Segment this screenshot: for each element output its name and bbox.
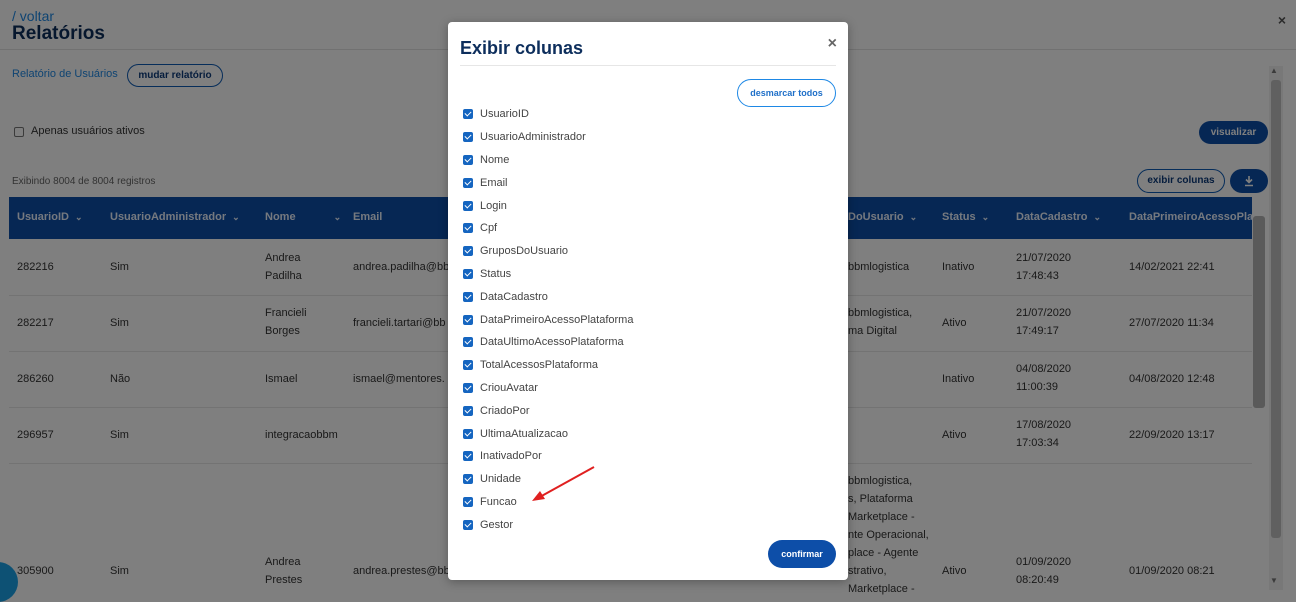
annotation-arrow-icon	[532, 466, 595, 501]
column-label: Login	[480, 199, 507, 212]
column-label: Status	[480, 267, 512, 280]
column-checkbox[interactable]	[463, 474, 473, 485]
column-option[interactable]: TotalAcessosPlataforma	[463, 354, 633, 377]
column-label: Funcao	[480, 495, 517, 508]
column-option[interactable]: Nome	[463, 149, 633, 172]
column-label: Cpf	[480, 222, 498, 235]
column-label: CriouAvatar	[480, 381, 538, 394]
column-checkbox[interactable]	[463, 382, 473, 393]
column-checkbox[interactable]	[463, 428, 473, 439]
column-label: DataPrimeiroAcessoPlataforma	[480, 313, 634, 326]
column-label: DataCadastro	[480, 290, 548, 303]
column-option[interactable]: DataCadastro	[463, 285, 633, 308]
column-label: DataUltimoAcessoPlataforma	[480, 336, 624, 349]
column-option[interactable]: Cpf	[463, 217, 633, 240]
column-checkbox[interactable]	[463, 200, 473, 211]
column-label: Unidade	[480, 473, 521, 486]
divider	[460, 65, 836, 66]
column-option[interactable]: Login	[463, 194, 633, 217]
column-checkbox[interactable]	[463, 291, 473, 302]
column-label: UsuarioAdministrador	[480, 131, 586, 144]
column-checkbox[interactable]	[463, 109, 473, 120]
column-label: UltimaAtualizacao	[480, 427, 569, 440]
column-checkbox[interactable]	[463, 132, 473, 143]
show-columns-modal: Exibir colunas × desmarcar todos Usuario…	[448, 22, 848, 580]
column-label: InativadoPor	[480, 450, 542, 463]
column-option[interactable]: UsuarioID	[463, 103, 633, 126]
column-checkbox[interactable]	[463, 177, 473, 188]
column-option[interactable]: DataPrimeiroAcessoPlataforma	[463, 308, 633, 331]
column-label: CriadoPor	[480, 404, 530, 417]
column-option[interactable]: CriadoPor	[463, 399, 633, 422]
modal-title: Exibir colunas	[460, 38, 584, 58]
column-checkbox[interactable]	[463, 405, 473, 416]
column-checkbox[interactable]	[463, 314, 473, 325]
column-option[interactable]: Gestor	[463, 513, 633, 536]
column-checkbox[interactable]	[463, 268, 473, 279]
column-label: Gestor	[480, 518, 514, 531]
column-option[interactable]: Email	[463, 171, 633, 194]
column-checkbox[interactable]	[463, 451, 473, 462]
column-label: GruposDoUsuario	[480, 245, 569, 258]
column-label: TotalAcessosPlataforma	[480, 359, 598, 372]
column-option[interactable]: UsuarioAdministrador	[463, 126, 633, 149]
uncheck-all-button[interactable]: desmarcar todos	[737, 79, 836, 107]
column-checkbox[interactable]	[463, 360, 473, 371]
column-checkbox[interactable]	[463, 519, 473, 530]
column-label: UsuarioID	[480, 108, 529, 121]
column-option[interactable]: UltimaAtualizacao	[463, 422, 633, 445]
confirm-button[interactable]: confirmar	[768, 540, 836, 568]
column-label: Email	[480, 176, 508, 189]
column-checkbox[interactable]	[463, 223, 473, 234]
column-checkbox[interactable]	[463, 337, 473, 348]
column-option[interactable]: DataUltimoAcessoPlataforma	[463, 331, 633, 354]
column-option[interactable]: CriouAvatar	[463, 377, 633, 400]
column-checkbox[interactable]	[463, 154, 473, 165]
close-icon[interactable]: ×	[828, 35, 837, 53]
column-checkbox[interactable]	[463, 246, 473, 257]
column-option[interactable]: GruposDoUsuario	[463, 240, 633, 263]
column-checkbox[interactable]	[463, 496, 473, 507]
column-label: Nome	[480, 153, 510, 166]
column-option[interactable]: Status	[463, 263, 633, 286]
